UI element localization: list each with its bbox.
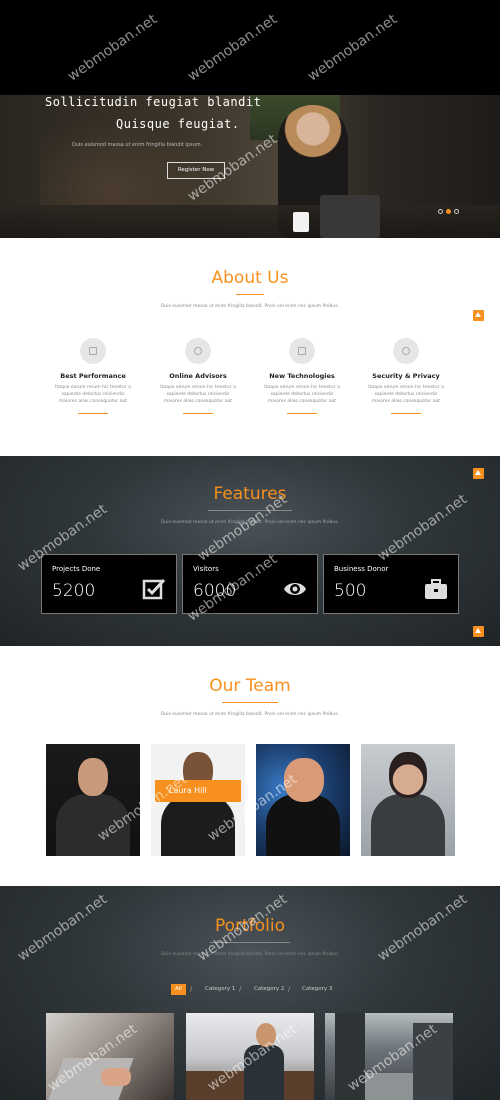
stat-label: Visitors [193,565,219,573]
newspaper-icon [289,338,315,364]
slider-dot-active[interactable] [446,209,451,214]
laptop-image [320,195,380,238]
slider-dot[interactable] [454,209,459,214]
service-title: Online Advisors [169,372,227,380]
hero-subtitle: Duis euismod massa ut enim fringilla bla… [72,142,203,148]
service-underline [78,413,108,414]
eye-icon [284,583,306,595]
desk [0,205,500,238]
filter-category-3[interactable]: Category 3 [302,984,332,995]
stat-label: Business Donor [334,565,389,573]
filter-separator: / [190,985,193,993]
features-title: Features [213,484,287,504]
stat-box: Visitors 6000 [182,554,318,614]
portfolio-filters: All / Category 1 / Category 2 / Category… [0,984,500,996]
portfolio-item[interactable] [186,1013,314,1100]
filter-category-1[interactable]: Category 1 [205,984,235,995]
stat-box: Projects Done 5200 [41,554,177,614]
stat-value: 5200 [52,581,96,601]
hero-title-line2: Quisque feugiat. [116,117,240,131]
service-card: Security & Privacy Itaque earum rerum hi… [354,338,458,414]
portfolio-section: Portfolio Duis euismod massa ut enim fri… [0,886,500,1100]
team-title: Our Team [209,676,291,696]
scroll-top-arrow-icon[interactable] [473,468,484,479]
portfolio-item[interactable] [46,1013,174,1100]
top-bar [0,0,500,95]
team-member-photo[interactable]: Laura Hill [151,744,245,856]
stat-label: Projects Done [52,565,101,573]
filter-all[interactable]: All [171,984,186,995]
user-icon [185,338,211,364]
register-now-button[interactable]: Register Now [167,162,225,179]
filter-separator: / [239,985,242,993]
service-desc: Itaque earum rerum hic tenetur a sapient… [55,385,131,404]
hero-banner: Sollicitudin feugiat blandit Quisque feu… [0,95,500,238]
scroll-top-arrow-icon[interactable] [473,310,484,321]
title-underline [208,510,292,511]
scroll-top-arrow-icon[interactable] [473,626,484,637]
team-member-photo[interactable] [361,744,455,856]
features-subtitle: Duis euismod massa ut enim fringilla bla… [160,520,340,525]
service-desc: Itaque earum rerum hic tenetur a sapient… [160,385,236,404]
about-subtitle: Duis euismod massa ut enim fringilla bla… [160,304,340,309]
service-title: New Technologies [269,372,335,380]
team-member-photo[interactable] [46,744,140,856]
hero-title-line1: Sollicitudin feugiat blandit [45,95,262,109]
team-subtitle: Duis euismod massa ut enim fringilla bla… [160,712,340,717]
cup-image [293,212,309,232]
title-underline [222,702,278,703]
filter-category-2[interactable]: Category 2 [254,984,284,995]
portfolio-subtitle: Duis euismod massa ut enim fringilla bla… [160,952,340,957]
service-underline [183,413,213,414]
team-section: Our Team Duis euismod massa ut enim frin… [0,646,500,886]
service-card: Online Advisors Itaque earum rerum hic t… [146,338,250,414]
title-underline [236,294,264,295]
service-card: Best Performance Itaque earum rerum hic … [41,338,145,414]
about-section: About Us Duis euismod massa ut enim frin… [0,238,500,456]
stat-value: 6000 [193,581,237,601]
portfolio-title: Portfolio [215,916,285,936]
slider-dots [438,209,459,214]
bar-chart-icon [80,338,106,364]
service-desc: Itaque earum rerum hic tenetur a sapient… [368,385,444,404]
team-member-photo[interactable] [256,744,350,856]
service-card: New Technologies Itaque earum rerum hic … [250,338,354,414]
service-underline [391,413,421,414]
slider-dot[interactable] [438,209,443,214]
service-title: Best Performance [60,372,126,380]
service-title: Security & Privacy [372,372,440,380]
stat-value: 500 [334,581,367,601]
features-section: Features Duis euismod massa ut enim frin… [0,456,500,646]
team-member-name: Laura Hill [155,780,241,802]
shield-check-icon [393,338,419,364]
about-title: About Us [211,268,289,288]
service-underline [287,413,317,414]
filter-separator: / [288,985,291,993]
title-underline [210,942,290,943]
portfolio-item[interactable] [325,1013,453,1100]
stat-box: Business Donor 500 [323,554,459,614]
checkbox-icon [142,578,166,600]
service-desc: Itaque earum rerum hic tenetur a sapient… [264,385,340,404]
briefcase-icon [425,579,447,599]
